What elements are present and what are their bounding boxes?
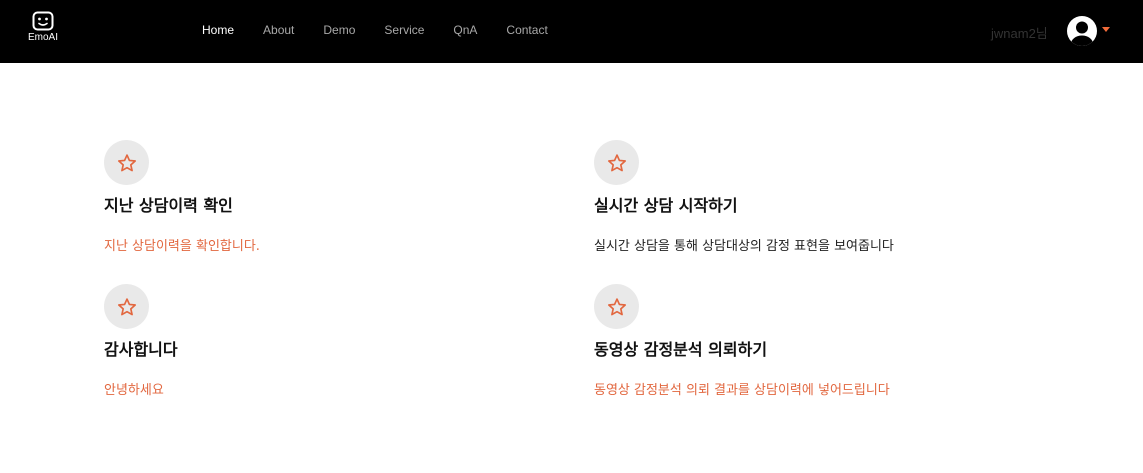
feature-title: 지난 상담이력 확인 bbox=[104, 196, 233, 215]
feature-description: 실시간 상담을 통해 상담대상의 감정 표현을 보여줍니다 bbox=[594, 239, 894, 254]
feature-realtime[interactable]: 실시간 상담 시작하기 실시간 상담을 통해 상담대상의 감정 표현을 보여줍니… bbox=[594, 140, 1014, 254]
feature-history[interactable]: 지난 상담이력 확인 지난 상담이력을 확인합니다. bbox=[104, 140, 524, 254]
nav-about[interactable]: About bbox=[263, 23, 294, 37]
nav-home[interactable]: Home bbox=[202, 23, 234, 37]
star-icon bbox=[594, 140, 639, 185]
feature-title: 실시간 상담 시작하기 bbox=[594, 196, 738, 215]
feature-title: 동영상 감정분석 의뢰하기 bbox=[594, 340, 768, 359]
top-navbar: EmoAI Home About Demo Service QnA Contac… bbox=[0, 0, 1143, 63]
brand-name: EmoAI bbox=[27, 32, 58, 43]
avatar-silhouette bbox=[1071, 21, 1093, 46]
feature-description: 안녕하세요 bbox=[104, 383, 164, 398]
nav-demo[interactable]: Demo bbox=[323, 23, 355, 37]
nav-contact[interactable]: Contact bbox=[506, 23, 547, 37]
feature-description: 지난 상담이력을 확인합니다. bbox=[104, 239, 260, 254]
smiley-face-icon bbox=[32, 11, 54, 31]
feature-video-analysis[interactable]: 동영상 감정분석 의뢰하기 동영상 감정분석 의뢰 결과를 상담이력에 넣어드립… bbox=[594, 284, 1014, 398]
star-icon bbox=[104, 140, 149, 185]
caret-down-icon[interactable] bbox=[1102, 27, 1110, 32]
user-avatar-icon[interactable] bbox=[1067, 16, 1097, 46]
nav-service[interactable]: Service bbox=[384, 23, 424, 37]
feature-thanks[interactable]: 감사합니다 안녕하세요 bbox=[104, 284, 524, 398]
nav-qna[interactable]: QnA bbox=[453, 23, 477, 37]
feature-description: 동영상 감정분석 의뢰 결과를 상담이력에 넣어드립니다 bbox=[594, 383, 890, 398]
star-icon bbox=[594, 284, 639, 329]
star-icon bbox=[104, 284, 149, 329]
main-nav: Home About Demo Service QnA Contact bbox=[202, 23, 577, 37]
brand-logo[interactable]: EmoAI bbox=[24, 11, 62, 43]
feature-title: 감사합니다 bbox=[104, 340, 178, 359]
user-name: jwnam2님 bbox=[991, 26, 1048, 41]
